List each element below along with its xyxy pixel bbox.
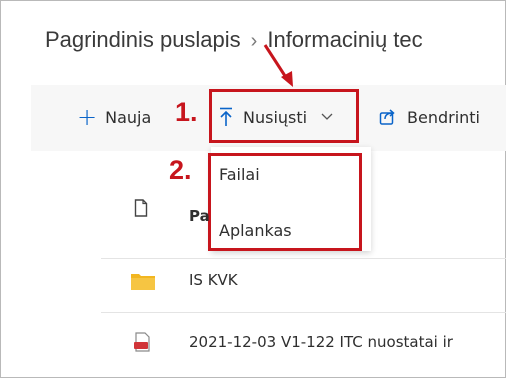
share-button-label: Bendrinti: [407, 107, 480, 127]
row-divider: [101, 258, 506, 259]
folder-icon: [131, 272, 155, 290]
menu-item-folder[interactable]: Aplankas: [219, 221, 292, 240]
file-type-header-icon[interactable]: [134, 199, 148, 217]
upload-highlight-box: [209, 89, 359, 143]
file-name[interactable]: 2021-12-03 V1-122 ITC nuostatai ir: [189, 333, 453, 351]
share-icon: [379, 108, 397, 126]
file-name[interactable]: IS KVK: [189, 271, 238, 289]
new-button-label: Nauja: [105, 107, 152, 127]
breadcrumb: Pagrindinis puslapis › Informacinių tec: [45, 27, 423, 53]
step-2-annotation: 2.: [169, 155, 192, 185]
row-divider: [101, 312, 506, 313]
breadcrumb-separator: ›: [250, 30, 258, 52]
pdf-file-icon: [134, 332, 152, 352]
name-column-header[interactable]: Pa: [189, 207, 210, 225]
plus-icon: +: [77, 103, 98, 131]
screenshot-frame: Pagrindinis puslapis › Informacinių tec + …: [0, 0, 506, 378]
step-1-annotation: 1.: [175, 97, 198, 127]
menu-item-files[interactable]: Failai: [219, 165, 260, 184]
share-button[interactable]: Bendrinti: [379, 101, 480, 133]
breadcrumb-home[interactable]: Pagrindinis puslapis: [45, 27, 241, 52]
new-button[interactable]: + Nauja: [77, 101, 151, 133]
pointer-arrow: [263, 44, 293, 87]
